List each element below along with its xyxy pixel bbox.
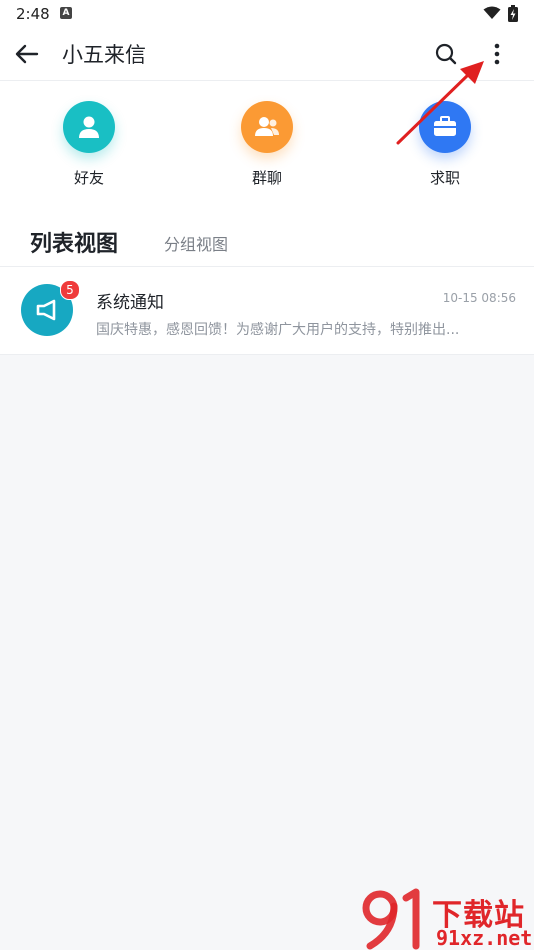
tab-list-view[interactable]: 列表视图 bbox=[30, 226, 118, 258]
speaker-icon bbox=[36, 299, 56, 321]
job-label: 求职 bbox=[429, 169, 460, 187]
message-list: 5 系统通知 10-15 08:56 国庆特惠，感恩回馈！为感谢广大用户的支持，… bbox=[0, 267, 534, 355]
group-icon bbox=[255, 117, 279, 136]
briefcase-icon bbox=[434, 116, 456, 136]
message-time: 10-15 08:56 bbox=[442, 291, 516, 305]
quick-action-job[interactable]: 求职 bbox=[400, 101, 490, 188]
group-chat-circle bbox=[241, 101, 293, 153]
back-button[interactable] bbox=[12, 40, 42, 68]
quick-action-friends[interactable]: 好友 bbox=[44, 101, 134, 188]
message-preview: 国庆特惠，感恩回馈！为感谢广大用户的支持，特别推出... bbox=[96, 322, 460, 338]
tab-group-view[interactable]: 分组视图 bbox=[164, 231, 228, 255]
status-bar: 2:48 A bbox=[0, 0, 534, 28]
site-logo-icon bbox=[362, 888, 420, 950]
friends-circle bbox=[63, 101, 115, 153]
wifi-icon bbox=[483, 6, 501, 19]
list-item[interactable]: 5 系统通知 10-15 08:56 国庆特惠，感恩回馈！为感谢广大用户的支持，… bbox=[0, 267, 534, 355]
view-tabs: 列表视图 分组视图 bbox=[0, 198, 534, 267]
quick-action-group-chat[interactable]: 群聊 bbox=[222, 101, 312, 188]
battery-charging-icon bbox=[508, 5, 518, 22]
app-bar: 小五来信 bbox=[0, 28, 534, 81]
watermark-url: 91xz.net bbox=[436, 926, 533, 950]
group-chat-label: 群聊 bbox=[251, 169, 282, 187]
more-menu-button[interactable] bbox=[484, 40, 510, 68]
search-button[interactable] bbox=[432, 40, 460, 68]
watermark: 下载站 91xz.net bbox=[360, 888, 534, 950]
search-icon bbox=[435, 43, 457, 65]
notification-a-icon: A bbox=[60, 7, 72, 19]
page-title: 小五来信 bbox=[62, 43, 146, 67]
more-vertical-icon bbox=[494, 43, 500, 65]
arrow-left-icon bbox=[15, 44, 39, 64]
status-time: 2:48 bbox=[16, 5, 50, 23]
message-title: 系统通知 bbox=[96, 293, 164, 313]
quick-actions: 好友 群聊 求职 bbox=[0, 81, 534, 198]
job-circle bbox=[419, 101, 471, 153]
unread-badge: 5 bbox=[60, 280, 80, 300]
friends-label: 好友 bbox=[73, 169, 104, 187]
person-icon bbox=[79, 116, 99, 138]
